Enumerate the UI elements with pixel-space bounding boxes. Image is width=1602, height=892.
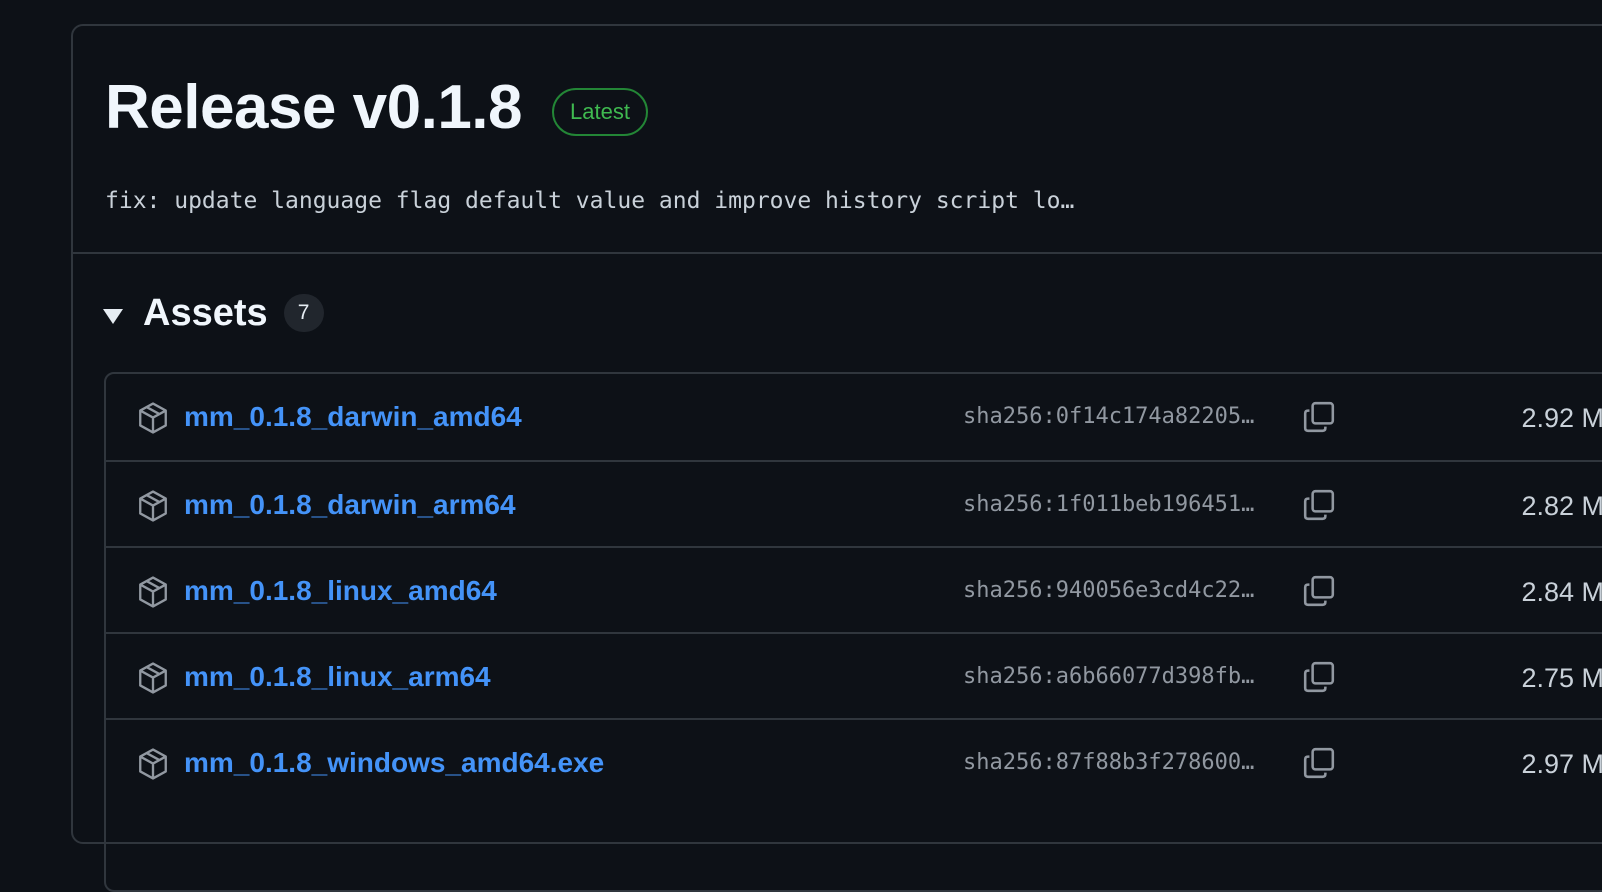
assets-list: mm_0.1.8_darwin_amd64 sha256:0f14c174a82…: [104, 372, 1602, 892]
asset-size: 2.97 MB: [1521, 749, 1602, 779]
asset-sha: sha256:0f14c174a82205…: [963, 404, 1255, 429]
triangle-down-icon[interactable]: [103, 308, 123, 324]
release-card: Release v0.1.8 Latest fix: update langua…: [71, 24, 1602, 892]
latest-badge: Latest: [552, 88, 648, 136]
package-icon: [139, 748, 167, 780]
asset-size: 2.82 MB: [1521, 491, 1602, 521]
asset-row: mm_0.1.8_windows_amd64.exe sha256:87f88b…: [106, 718, 1602, 806]
package-icon: [139, 490, 167, 522]
assets-count-badge: 7: [283, 294, 324, 332]
asset-row: mm_0.1.8_darwin_arm64 sha256:1f011beb196…: [106, 460, 1602, 548]
asset-link[interactable]: mm_0.1.8_windows_amd64.exe: [184, 744, 604, 782]
asset-size: 2.75 MB: [1521, 663, 1602, 693]
package-icon: [139, 402, 167, 434]
asset-link[interactable]: mm_0.1.8_darwin_amd64: [184, 398, 522, 436]
release-title[interactable]: Release v0.1.8: [105, 70, 523, 146]
asset-link[interactable]: mm_0.1.8_linux_arm64: [184, 658, 491, 696]
asset-row: mm_0.1.8_darwin_amd64 sha256:0f14c174a82…: [106, 374, 1602, 460]
asset-size: 2.84 MB: [1521, 577, 1602, 607]
asset-sha: sha256:940056e3cd4c22…: [963, 578, 1255, 603]
asset-sha: sha256:1f011beb196451…: [963, 492, 1255, 517]
asset-row: mm_0.1.8_linux_arm64 sha256:a6b66077d398…: [106, 632, 1602, 720]
asset-row: mm_0.1.8_linux_amd64 sha256:940056e3cd4c…: [106, 546, 1602, 634]
copy-icon[interactable]: [1302, 746, 1336, 780]
assets-heading[interactable]: Assets: [143, 292, 268, 335]
release-header: Release v0.1.8 Latest fix: update langua…: [73, 26, 1602, 254]
copy-icon[interactable]: [1302, 488, 1336, 522]
copy-icon[interactable]: [1302, 660, 1336, 694]
copy-icon[interactable]: [1302, 574, 1336, 608]
asset-link[interactable]: mm_0.1.8_darwin_arm64: [184, 486, 516, 524]
asset-size: 2.92 MB: [1521, 403, 1602, 433]
commit-message: fix: update language flag default value …: [105, 188, 1075, 214]
package-icon: [139, 576, 167, 608]
asset-link[interactable]: mm_0.1.8_linux_amd64: [184, 572, 497, 610]
asset-sha: sha256:87f88b3f278600…: [963, 750, 1255, 775]
package-icon: [139, 662, 167, 694]
copy-icon[interactable]: [1302, 400, 1336, 434]
assets-toggle[interactable]: Assets 7: [103, 288, 324, 338]
asset-sha: sha256:a6b66077d398fb…: [963, 664, 1255, 689]
